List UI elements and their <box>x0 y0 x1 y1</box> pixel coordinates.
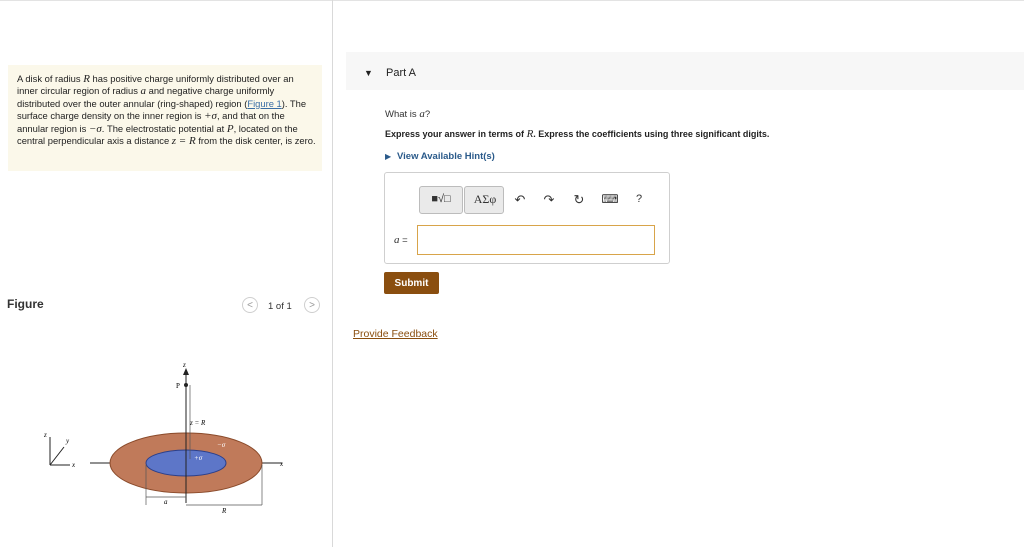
R-dim-label: R <box>221 507 227 515</box>
question-suffix: ? <box>424 109 431 120</box>
var-P: P <box>226 122 234 135</box>
triad-y-axis <box>49 446 65 466</box>
point-P-label: P <box>176 382 180 390</box>
triad-x-label: x <box>71 461 76 469</box>
greek-symbols-icon[interactable]: ΑΣφ <box>470 190 500 209</box>
figure-pager-count: 1 of 1 <box>268 301 292 312</box>
disk-diagram: z y x x −σ +σ z P z = R a R <box>43 361 284 515</box>
problem-text-8: from the disk center, is zero. <box>195 135 316 147</box>
z-axis-label: z <box>182 361 186 369</box>
minus-sigma: −σ <box>88 122 102 135</box>
submit-button[interactable]: Submit <box>384 272 439 294</box>
templates-icon[interactable]: ■√□ <box>423 190 459 209</box>
question-prefix: What is <box>385 109 420 120</box>
pane-divider <box>332 0 333 547</box>
answer-label: a = <box>394 234 408 246</box>
var-R: R <box>83 73 90 85</box>
triad-y-label: y <box>65 437 70 445</box>
hint-caret-icon[interactable]: ▶ <box>385 152 391 161</box>
part-title[interactable]: Part A <box>386 67 416 79</box>
answer-instructions: Express your answer in terms of R. Expre… <box>385 128 769 140</box>
a-dim-label: a <box>164 498 168 506</box>
question-text: What is a? <box>385 108 430 120</box>
provide-feedback-link[interactable]: Provide Feedback <box>353 328 438 340</box>
problem-text-1: A disk of radius <box>17 73 84 84</box>
collapse-caret-icon[interactable]: ▼ <box>364 68 373 78</box>
redo-icon[interactable]: ↷ <box>540 190 558 209</box>
instr-prefix: Express your answer in terms of <box>385 129 527 139</box>
problem-text-6: . The electrostatic potential at <box>101 122 227 134</box>
z-axis-arrow <box>183 368 189 375</box>
reset-icon[interactable]: ↻ <box>570 190 588 209</box>
x-axis-label: x <box>279 460 284 468</box>
height-label: z = R <box>189 419 206 427</box>
answer-input[interactable] <box>417 225 655 255</box>
problem-statement: A disk of radius R has positive charge u… <box>17 73 317 147</box>
var-z-equals-R: z = R <box>171 135 196 148</box>
figure-link[interactable]: Figure 1 <box>247 98 281 109</box>
point-P <box>184 383 188 387</box>
answer-label-eq: = <box>399 235 408 246</box>
positive-sigma-label: +σ <box>194 454 203 462</box>
undo-icon[interactable]: ↶ <box>511 190 529 209</box>
next-figure-button[interactable]: > <box>304 297 320 313</box>
figure-heading: Figure <box>7 297 44 311</box>
keyboard-icon[interactable]: ⌨ <box>599 190 621 209</box>
view-hints-link[interactable]: View Available Hint(s) <box>397 151 495 162</box>
previous-figure-button[interactable]: < <box>242 297 258 313</box>
help-icon[interactable]: ? <box>631 190 647 209</box>
negative-sigma-label: −σ <box>217 441 226 449</box>
part-header[interactable] <box>346 52 1024 90</box>
triad-z-label: z <box>43 431 47 439</box>
plus-sigma: +σ <box>204 110 217 123</box>
instr-suffix: . Express the coefficients using three s… <box>533 129 770 139</box>
